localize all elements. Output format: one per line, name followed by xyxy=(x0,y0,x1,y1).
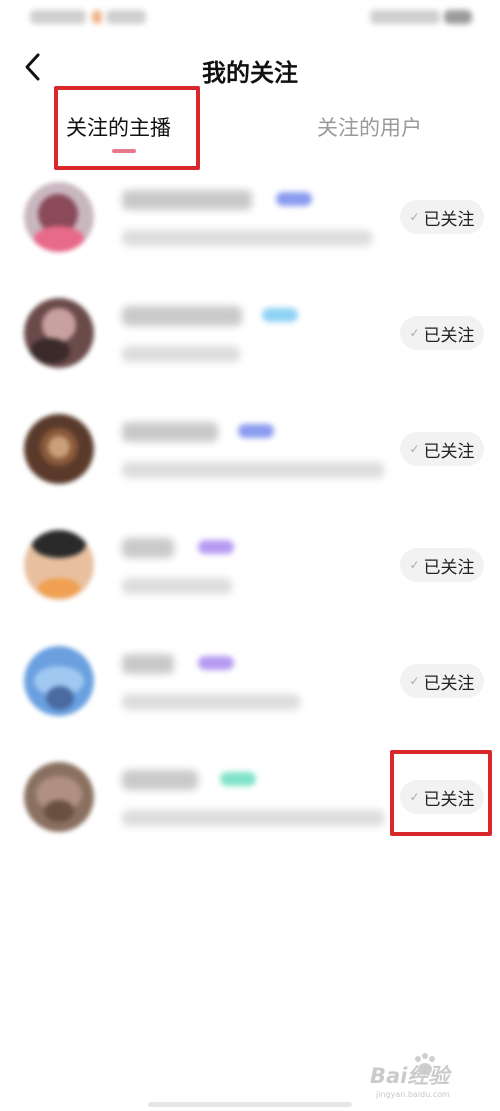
check-icon: ✓ xyxy=(409,790,420,804)
check-icon: ✓ xyxy=(409,326,420,340)
followed-button-label: 已关注 xyxy=(423,325,475,346)
home-indicator[interactable] xyxy=(148,1102,352,1107)
list-item[interactable]: ✓ 已关注 xyxy=(0,276,500,392)
status-time-blur xyxy=(30,10,86,24)
avatar[interactable] xyxy=(24,646,94,716)
active-tab-indicator xyxy=(112,149,136,153)
watermark-brand: Bai经验 xyxy=(370,1064,450,1088)
followed-button[interactable]: ✓ 已关注 xyxy=(400,432,484,466)
list-item[interactable]: ✓ 已关注 xyxy=(0,508,500,624)
status-icons-right-blur xyxy=(370,10,440,24)
followed-button[interactable]: ✓ 已关注 xyxy=(400,780,484,814)
header: 我的关注 xyxy=(0,44,500,94)
bio-blurred xyxy=(122,230,372,246)
tab-followed-streamers[interactable]: 关注的主播 xyxy=(66,112,171,142)
avatar[interactable] xyxy=(24,298,94,368)
username-blurred xyxy=(122,422,218,442)
bio-blurred xyxy=(122,462,384,478)
level-badge xyxy=(198,540,234,554)
check-icon: ✓ xyxy=(409,210,420,224)
username-blurred xyxy=(122,190,252,210)
followed-button[interactable]: ✓ 已关注 xyxy=(400,548,484,582)
status-bar xyxy=(0,0,500,36)
followed-button[interactable]: ✓ 已关注 xyxy=(400,200,484,234)
username-blurred xyxy=(122,770,198,790)
level-badge xyxy=(262,308,298,322)
avatar[interactable] xyxy=(24,762,94,832)
bio-blurred xyxy=(122,346,240,362)
avatar[interactable] xyxy=(24,182,94,252)
username-blurred xyxy=(122,654,174,674)
followed-button-label: 已关注 xyxy=(423,557,475,578)
bio-blurred xyxy=(122,694,300,710)
level-badge xyxy=(220,772,256,786)
bio-blurred xyxy=(122,810,384,826)
screen: 我的关注 关注的主播 关注的用户 ✓ 已关注 ✓ 已关注 ✓ 已关注 ✓ 已关注… xyxy=(0,0,500,1111)
avatar[interactable] xyxy=(24,530,94,600)
followed-button-label: 已关注 xyxy=(423,209,475,230)
level-badge xyxy=(276,192,312,206)
page-title: 我的关注 xyxy=(202,59,298,87)
tab-followed-users[interactable]: 关注的用户 xyxy=(317,112,422,142)
username-blurred xyxy=(122,306,242,326)
list-item[interactable]: ✓ 已关注 xyxy=(0,160,500,276)
check-icon: ✓ xyxy=(409,674,420,688)
check-icon: ✓ xyxy=(409,558,420,572)
list-item[interactable]: ✓ 已关注 xyxy=(0,740,500,856)
battery-icon xyxy=(444,10,472,24)
followed-button[interactable]: ✓ 已关注 xyxy=(400,664,484,698)
level-badge xyxy=(238,424,274,438)
username-blurred xyxy=(122,538,174,558)
followed-button-label: 已关注 xyxy=(423,673,475,694)
status-notification-icon xyxy=(92,10,102,24)
list-item[interactable]: ✓ 已关注 xyxy=(0,392,500,508)
followed-button-label: 已关注 xyxy=(423,789,475,810)
tab-bar: 关注的主播 关注的用户 xyxy=(0,100,500,162)
watermark-url: jingyan.baidu.com xyxy=(376,1090,450,1099)
check-icon: ✓ xyxy=(409,442,420,456)
avatar[interactable] xyxy=(24,414,94,484)
followed-button[interactable]: ✓ 已关注 xyxy=(400,316,484,350)
status-icons-left-blur xyxy=(106,10,146,24)
bio-blurred xyxy=(122,578,232,594)
followed-button-label: 已关注 xyxy=(423,441,475,462)
list-item[interactable]: ✓ 已关注 xyxy=(0,624,500,740)
level-badge xyxy=(198,656,234,670)
watermark-logo: Bai经验 jingyan.baidu.com xyxy=(370,1052,490,1102)
